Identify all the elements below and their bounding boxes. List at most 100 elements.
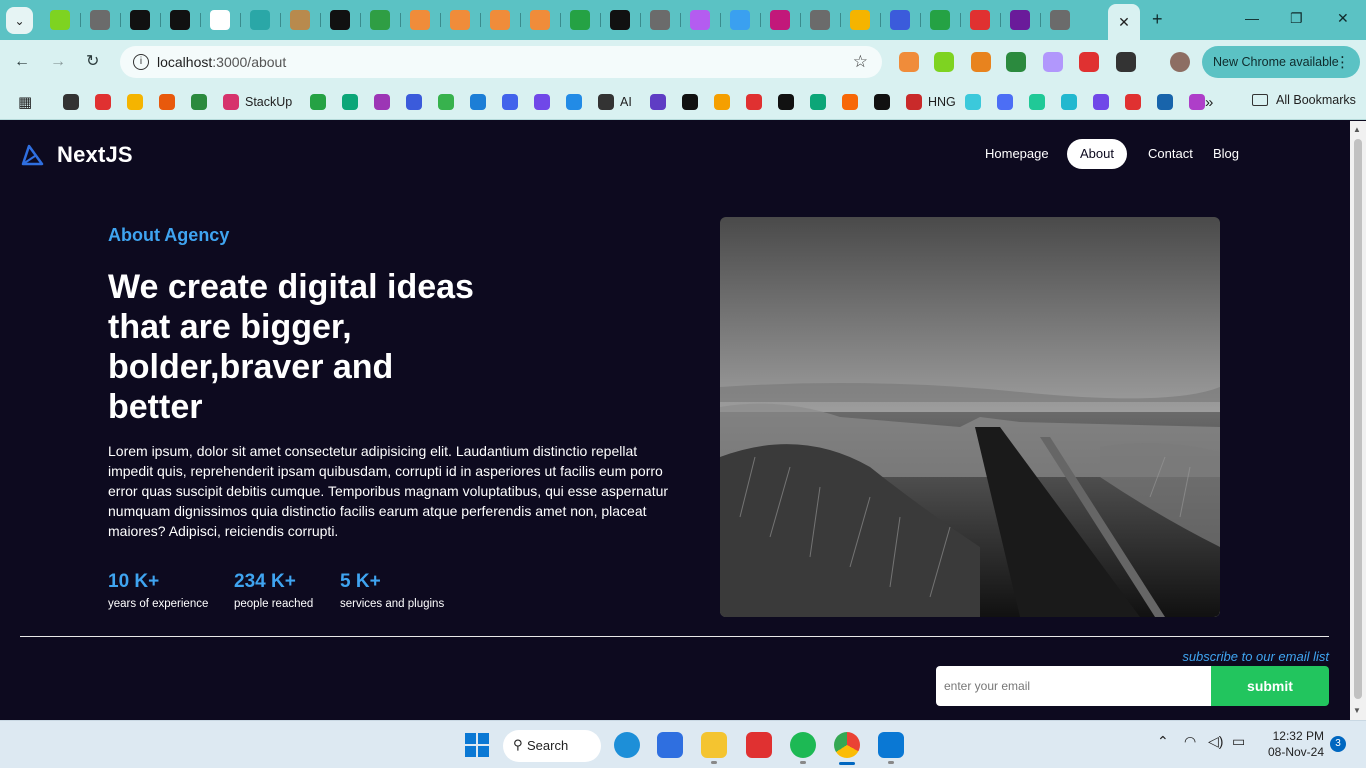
store-icon[interactable] bbox=[657, 732, 683, 758]
bookmark-item[interactable] bbox=[342, 93, 358, 111]
chrome-icon[interactable] bbox=[834, 732, 860, 758]
extension-icon[interactable] bbox=[1006, 52, 1026, 72]
bookmark-item[interactable] bbox=[1189, 93, 1205, 111]
bookmark-item[interactable] bbox=[95, 93, 111, 111]
tab-favicon-icon[interactable] bbox=[610, 10, 630, 30]
minimize-button[interactable]: — bbox=[1245, 10, 1259, 26]
profile-avatar[interactable] bbox=[1170, 52, 1190, 72]
submit-button[interactable]: submit bbox=[1211, 666, 1329, 706]
tab-favicon-icon[interactable] bbox=[530, 10, 550, 30]
tab-favicon-icon[interactable] bbox=[450, 10, 470, 30]
scroll-up-icon[interactable]: ▲ bbox=[1353, 125, 1361, 134]
tab-favicon-icon[interactable] bbox=[50, 10, 70, 30]
bookmark-item[interactable] bbox=[63, 93, 79, 111]
extension-icon[interactable] bbox=[934, 52, 954, 72]
bookmark-item[interactable] bbox=[810, 93, 826, 111]
extension-icon[interactable] bbox=[971, 52, 991, 72]
chrome-update-button[interactable]: New Chrome available ⋮ bbox=[1202, 46, 1360, 78]
tab-favicon-icon[interactable] bbox=[290, 10, 310, 30]
maximize-button[interactable]: ❐ bbox=[1290, 10, 1303, 27]
bookmark-item[interactable] bbox=[534, 93, 550, 111]
bookmark-item[interactable] bbox=[127, 93, 143, 111]
tab-favicon-icon[interactable] bbox=[770, 10, 790, 30]
wps-icon[interactable] bbox=[746, 732, 772, 758]
tab-favicon-icon[interactable] bbox=[730, 10, 750, 30]
bookmark-item[interactable] bbox=[566, 93, 582, 111]
more-vert-icon[interactable]: ⋮ bbox=[1335, 53, 1350, 71]
tray-overflow-icon[interactable]: ⌃ bbox=[1157, 733, 1169, 750]
nav-contact[interactable]: Contact bbox=[1135, 139, 1206, 169]
tab-favicon-icon[interactable] bbox=[90, 10, 110, 30]
bookmark-item[interactable]: HNG bbox=[906, 93, 956, 111]
extension-icon[interactable] bbox=[1116, 52, 1136, 72]
bookmark-item[interactable]: AI bbox=[598, 93, 632, 111]
bookmark-item[interactable] bbox=[874, 93, 890, 111]
tab-favicon-icon[interactable] bbox=[330, 10, 350, 30]
scroll-down-icon[interactable]: ▼ bbox=[1353, 706, 1361, 715]
apps-grid-icon[interactable]: ▦ bbox=[18, 93, 32, 111]
url-text[interactable]: localhost:3000/about bbox=[157, 54, 286, 70]
tab-favicon-icon[interactable] bbox=[890, 10, 910, 30]
tab-search-button[interactable]: ⌄ bbox=[6, 7, 33, 34]
tab-favicon-icon[interactable] bbox=[370, 10, 390, 30]
extension-icon[interactable] bbox=[899, 52, 919, 72]
tab-favicon-icon[interactable] bbox=[970, 10, 990, 30]
tab-favicon-icon[interactable] bbox=[850, 10, 870, 30]
reload-button[interactable]: ↻ bbox=[86, 53, 99, 71]
tab-favicon-icon[interactable] bbox=[250, 10, 270, 30]
tab-favicon-icon[interactable] bbox=[170, 10, 190, 30]
bookmark-item[interactable] bbox=[191, 93, 207, 111]
extension-icon[interactable] bbox=[1079, 52, 1099, 72]
bookmark-item[interactable] bbox=[310, 93, 326, 111]
address-bar[interactable]: i localhost:3000/about ☆ bbox=[120, 46, 882, 78]
taskbar-clock[interactable]: 12:32 PM 08-Nov-24 bbox=[1262, 728, 1324, 760]
nav-blog[interactable]: Blog bbox=[1200, 139, 1252, 169]
nav-about[interactable]: About bbox=[1067, 139, 1127, 169]
bookmark-item[interactable] bbox=[714, 93, 730, 111]
tab-favicon-icon[interactable] bbox=[1050, 10, 1070, 30]
extension-icon[interactable] bbox=[1043, 52, 1063, 72]
close-icon[interactable]: ✕ bbox=[1118, 14, 1130, 31]
bookmark-item[interactable] bbox=[502, 93, 518, 111]
battery-icon[interactable]: ▭ bbox=[1232, 733, 1245, 750]
bookmark-item[interactable] bbox=[374, 93, 390, 111]
tab-favicon-icon[interactable] bbox=[690, 10, 710, 30]
windows-start-icon[interactable] bbox=[465, 733, 489, 762]
bookmark-item[interactable] bbox=[778, 93, 794, 111]
bookmarks-overflow-button[interactable]: » bbox=[1205, 93, 1213, 111]
bookmark-item[interactable] bbox=[965, 93, 981, 111]
bookmark-star-icon[interactable]: ☆ bbox=[853, 52, 868, 72]
bookmark-item[interactable] bbox=[650, 93, 666, 111]
bookmark-item[interactable] bbox=[470, 93, 486, 111]
tab-favicon-icon[interactable] bbox=[210, 10, 230, 30]
bookmark-item[interactable] bbox=[438, 93, 454, 111]
volume-icon[interactable]: ◁) bbox=[1208, 733, 1223, 750]
bookmark-item[interactable] bbox=[682, 93, 698, 111]
bookmark-item[interactable] bbox=[159, 93, 175, 111]
tab-favicon-icon[interactable] bbox=[1010, 10, 1030, 30]
bookmark-item[interactable] bbox=[746, 93, 762, 111]
bookmark-item[interactable] bbox=[842, 93, 858, 111]
bookmark-item[interactable] bbox=[1029, 93, 1045, 111]
tab-favicon-icon[interactable] bbox=[410, 10, 430, 30]
taskbar-search[interactable]: ⚲ Search bbox=[503, 730, 601, 762]
bookmark-item[interactable] bbox=[1093, 93, 1109, 111]
edge-icon[interactable] bbox=[614, 732, 640, 758]
bookmark-item[interactable] bbox=[1061, 93, 1077, 111]
active-tab[interactable]: ✕ bbox=[1108, 4, 1140, 40]
bookmark-item[interactable] bbox=[406, 93, 422, 111]
all-bookmarks-button[interactable]: All Bookmarks bbox=[1252, 93, 1356, 107]
page-scrollbar[interactable]: ▲ ▼ bbox=[1350, 121, 1366, 720]
close-window-button[interactable]: ✕ bbox=[1337, 10, 1349, 27]
bookmark-item[interactable] bbox=[1157, 93, 1173, 111]
nav-homepage[interactable]: Homepage bbox=[972, 139, 1062, 169]
site-info-icon[interactable]: i bbox=[133, 54, 149, 70]
tab-favicon-icon[interactable] bbox=[130, 10, 150, 30]
tab-favicon-icon[interactable] bbox=[930, 10, 950, 30]
forward-button[interactable]: → bbox=[50, 53, 66, 71]
bookmark-item[interactable]: StackUp bbox=[223, 93, 292, 111]
back-button[interactable]: ← bbox=[14, 53, 30, 71]
notification-badge[interactable]: 3 bbox=[1330, 736, 1346, 752]
wifi-icon[interactable]: ◠ bbox=[1184, 733, 1196, 750]
bookmark-item[interactable] bbox=[1125, 93, 1141, 111]
